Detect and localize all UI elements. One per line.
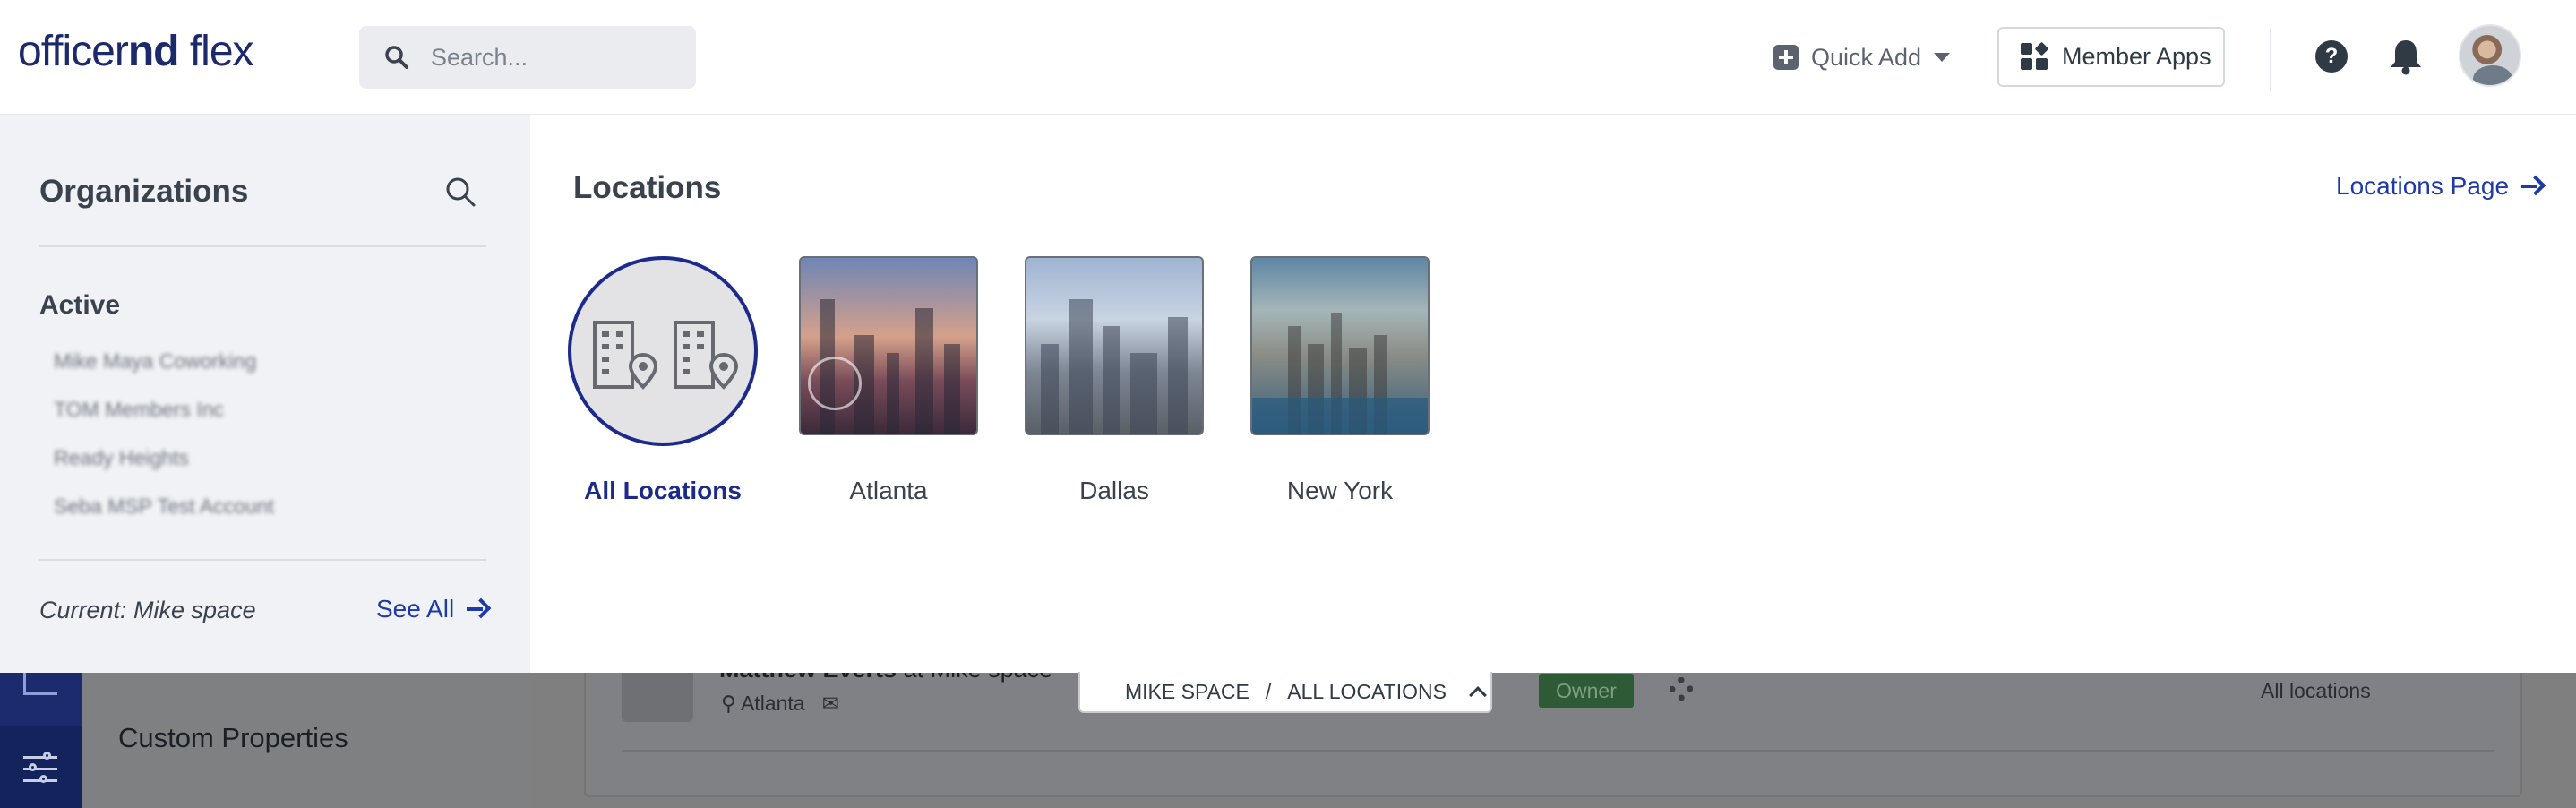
member-location: ⚲ Atlanta ✉	[721, 692, 840, 715]
logo-text-bold: nd	[127, 28, 180, 75]
search-icon	[385, 46, 408, 69]
active-section-label: Active	[39, 290, 121, 320]
app-logo[interactable]: officernd flex	[18, 27, 254, 76]
arrow-right-icon	[2521, 176, 2543, 197]
current-organization: Current: Mike space	[39, 597, 256, 623]
main-sidebar	[0, 672, 82, 808]
quick-add-label: Quick Add	[1811, 43, 1922, 71]
apps-grid-icon	[2021, 41, 2049, 72]
locations-panel: Locations Locations Page All Locations A…	[530, 115, 2576, 673]
context-separator: /	[1265, 679, 1272, 703]
organization-item[interactable]: Ready Heights	[54, 446, 189, 470]
sliders-icon[interactable]	[23, 752, 57, 785]
logo-text-suffix: flex	[178, 28, 254, 75]
location-label-all[interactable]: All Locations	[555, 477, 770, 505]
help-icon[interactable]: ?	[2315, 40, 2348, 73]
member-apps-label: Member Apps	[2062, 43, 2211, 70]
locations-title: Locations	[573, 170, 722, 205]
location-tile-all[interactable]	[568, 256, 758, 446]
organization-item[interactable]: TOM Members Inc	[54, 398, 224, 422]
location-tile-new-york[interactable]	[1250, 256, 1430, 435]
member-apps-button[interactable]: Member Apps	[1997, 27, 2225, 87]
context-company: MIKE SPACE	[1125, 679, 1249, 703]
locations-page-label: Locations Page	[2336, 172, 2510, 200]
location-tile-atlanta[interactable]	[799, 256, 978, 435]
member-location-text: Atlanta	[740, 692, 805, 715]
organizations-panel: Organizations Active Mike Maya Coworking…	[0, 115, 530, 673]
quick-add-button[interactable]: Quick Add	[1773, 38, 1951, 77]
bell-icon[interactable]	[2388, 38, 2424, 75]
top-header: officernd flex Quick Add Member Apps ?	[0, 0, 2576, 115]
context-switcher[interactable]: MIKE SPACE / ALL LOCATIONS	[1078, 672, 1492, 713]
location-label-atlanta[interactable]: Atlanta	[781, 477, 996, 505]
header-divider	[2270, 29, 2271, 91]
location-label-new-york[interactable]: New York	[1232, 477, 1447, 505]
divider	[39, 559, 486, 561]
divider	[39, 245, 486, 247]
nav-item-custom-properties[interactable]: Custom Properties	[118, 722, 348, 754]
building-pin-icon	[593, 321, 658, 390]
logo-text-regular: officer	[18, 28, 129, 75]
access-scope: All locations	[2261, 679, 2371, 702]
role-badge: Owner	[1539, 674, 1634, 708]
chevron-up-icon	[1469, 686, 1487, 704]
caret-down-icon	[1934, 53, 1951, 62]
see-all-link[interactable]: See All	[376, 595, 488, 623]
user-avatar[interactable]	[2459, 24, 2521, 87]
chart-icon[interactable]	[23, 672, 57, 695]
locations-page-link[interactable]: Locations Page	[2336, 172, 2543, 201]
organization-item[interactable]: Seba MSP Test Account	[54, 494, 274, 519]
plus-square-icon	[1773, 45, 1799, 70]
gear-icon[interactable]	[1670, 677, 1693, 701]
person-avatar-placeholder	[622, 665, 693, 722]
see-all-label: See All	[376, 595, 455, 623]
row-divider	[622, 750, 2494, 752]
location-label-dallas[interactable]: Dallas	[1007, 477, 1222, 505]
arrow-right-icon	[467, 598, 488, 620]
global-search[interactable]	[359, 26, 696, 89]
building-pin-icon	[674, 321, 739, 390]
context-location: ALL LOCATIONS	[1287, 679, 1447, 703]
location-tile-dallas[interactable]	[1025, 256, 1204, 435]
organizations-title: Organizations	[39, 174, 249, 209]
search-icon[interactable]	[444, 176, 477, 208]
organization-item[interactable]: Mike Maya Coworking	[54, 349, 256, 374]
search-input[interactable]	[431, 42, 673, 73]
